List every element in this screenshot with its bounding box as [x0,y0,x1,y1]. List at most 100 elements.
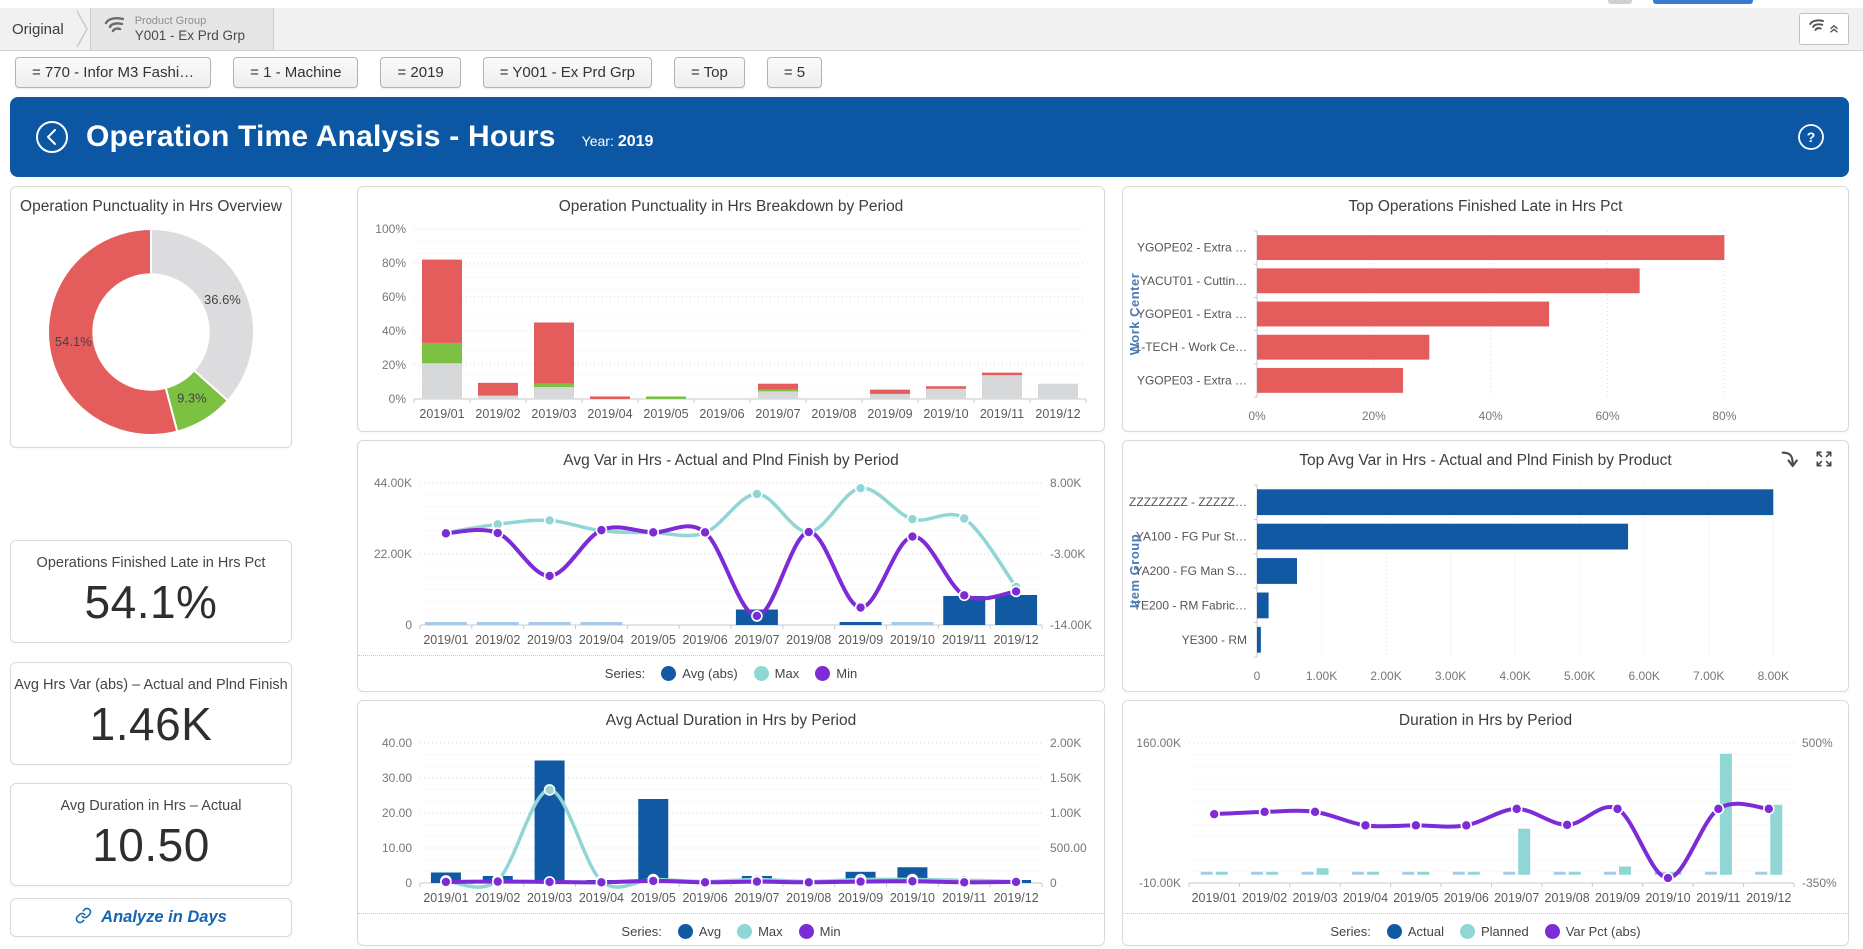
avg-duration-chart-card: Avg Actual Duration in Hrs by Period 40.… [357,700,1105,946]
browser-fragment-active [1653,0,1753,4]
svg-text:1.50K: 1.50K [1050,771,1081,785]
avg-duration-chart: 40.0030.0020.0010.0002.00K1.50K1.00K500.… [358,731,1104,913]
svg-text:2019/11: 2019/11 [942,633,986,647]
filter-chip[interactable]: = 770 - Infor M3 Fashi… [15,57,211,88]
svg-text:100%: 100% [375,222,406,236]
svg-text:0%: 0% [389,392,407,406]
svg-text:2019/02: 2019/02 [1242,891,1287,905]
filter-chip[interactable]: = 2019 [380,57,460,88]
svg-text:2019/11: 2019/11 [980,407,1024,421]
svg-text:2019/03: 2019/03 [527,891,572,905]
legend-item[interactable]: Avg (abs) [661,666,737,681]
svg-text:2019/08: 2019/08 [1545,891,1590,905]
legend-item[interactable]: Var Pct (abs) [1545,924,1641,939]
svg-text:2019/03: 2019/03 [527,633,572,647]
legend-dot-icon [1460,924,1475,939]
svg-text:2019/12: 2019/12 [993,633,1038,647]
legend-dot-icon [815,666,830,681]
svg-text:-10.00K: -10.00K [1139,876,1181,890]
chart-legend: Series:AvgMaxMin [358,913,1104,949]
svg-text:2019/02: 2019/02 [475,891,520,905]
drill-down-icon[interactable] [1778,449,1800,471]
svg-text:20%: 20% [1362,409,1386,423]
kpi-card-late-pct: Operations Finished Late in Hrs Pct 54.1… [10,540,292,643]
svg-text:4.00K: 4.00K [1499,669,1530,683]
svg-text:40%: 40% [1479,409,1503,423]
svg-text:44.00K: 44.00K [374,476,412,490]
legend-item[interactable]: Max [737,924,783,939]
svg-text:2019/05: 2019/05 [631,633,676,647]
legend-dot-icon [799,924,814,939]
svg-text:YE200 - RM Fabric…: YE200 - RM Fabric… [1133,598,1247,612]
page-title: Operation Time Analysis - Hours [86,120,556,154]
svg-text:-350%: -350% [1802,876,1837,890]
filter-chip[interactable]: = Top [674,57,745,88]
back-button[interactable] [34,119,70,155]
year-filter-display: Year:2019 [582,133,654,151]
filter-chip[interactable]: = Y001 - Ex Prd Grp [483,57,652,88]
svg-text:Item Group: Item Group [1127,534,1142,608]
legend-item[interactable]: Min [815,666,857,681]
legend-item[interactable]: Min [799,924,841,939]
legend-label: Series: [605,666,645,681]
breadcrumb-chevron-icon [74,8,90,50]
kpi-value: 1.46K [11,697,291,751]
legend-item[interactable]: Actual [1387,924,1444,939]
filter-chip[interactable]: = 1 - Machine [233,57,358,88]
svg-text:9.3%: 9.3% [177,391,207,406]
svg-text:2019/03: 2019/03 [531,407,576,421]
svg-text:2019/11: 2019/11 [1696,891,1740,905]
svg-text:2019/06: 2019/06 [1444,891,1489,905]
svg-text:0: 0 [1050,876,1057,890]
svg-text:2019/05: 2019/05 [631,891,676,905]
svg-text:54.1%: 54.1% [55,334,92,349]
legend-item[interactable]: Planned [1460,924,1529,939]
collapse-panel-button[interactable] [1799,13,1849,45]
filter-chip[interactable]: = 5 [767,57,822,88]
svg-text:1.00K: 1.00K [1050,806,1081,820]
kpi-value: 54.1% [11,575,291,629]
help-button[interactable]: ? [1797,123,1825,151]
tab-original[interactable]: Original [0,8,74,50]
svg-text:0%: 0% [1248,409,1266,423]
svg-text:2019/03: 2019/03 [1292,891,1337,905]
svg-text:YA100 - FG Pur St…: YA100 - FG Pur St… [1136,530,1247,544]
kpi-card-avg-duration: Avg Duration in Hrs – Actual 10.50 [10,783,292,886]
svg-text:0: 0 [1254,669,1261,683]
svg-text:2019/07: 2019/07 [734,891,779,905]
svg-text:2019/04: 2019/04 [579,633,624,647]
svg-text:YACUT01 - Cuttin…: YACUT01 - Cuttin… [1140,274,1247,288]
browser-fragment [1608,0,1632,4]
tab-value-label: Y001 - Ex Prd Grp [135,28,245,44]
svg-text:2019/08: 2019/08 [786,633,831,647]
svg-text:1-TECH - Work Ce…: 1-TECH - Work Ce… [1135,340,1247,354]
svg-text:2019/09: 2019/09 [1595,891,1640,905]
legend-item[interactable]: Avg [678,924,721,939]
tab-product-group[interactable]: Product Group Y001 - Ex Prd Grp [90,8,274,50]
top-late-chart: 0%20%40%60%80%YGOPE02 - Extra …YACUT01 -… [1123,217,1848,429]
chart-legend: Series: Avg (abs) Max Min [358,655,1104,691]
expand-icon[interactable] [1814,449,1834,471]
svg-text:2019/01: 2019/01 [423,633,468,647]
svg-text:20%: 20% [382,358,406,372]
svg-text:40.00: 40.00 [382,736,412,750]
svg-text:5.00K: 5.00K [1564,669,1595,683]
svg-text:2019/04: 2019/04 [1343,891,1388,905]
duration-chart: 160.00K-10.00K500%-350%2019/012019/02201… [1123,731,1848,913]
avg-var-chart-card: Avg Var in Hrs - Actual and Plnd Finish … [357,440,1105,692]
svg-text:3.00K: 3.00K [1435,669,1466,683]
legend-item[interactable]: Max [754,666,800,681]
svg-text:2019/10: 2019/10 [1645,891,1690,905]
left-column: Operation Punctuality in Hrs Overview 36… [10,186,292,937]
kpi-title: Operations Finished Late in Hrs Pct [11,541,291,571]
birst-swoosh-icon [103,15,127,44]
svg-text:YGOPE02 - Extra …: YGOPE02 - Extra … [1137,241,1247,255]
top-navigation-bar: Original Product Group Y001 - Ex Prd Grp [0,8,1863,51]
svg-text:0: 0 [405,618,412,632]
svg-text:2019/07: 2019/07 [1494,891,1539,905]
svg-text:30.00: 30.00 [382,771,412,785]
chart-title: Top Avg Var in Hrs - Actual and Plnd Fin… [1123,441,1848,471]
kpi-title: Avg Hrs Var (abs) – Actual and Plnd Fini… [11,663,291,693]
analyze-in-days-link[interactable]: Analyze in Days [10,898,292,937]
svg-text:-14.00K: -14.00K [1050,618,1092,632]
